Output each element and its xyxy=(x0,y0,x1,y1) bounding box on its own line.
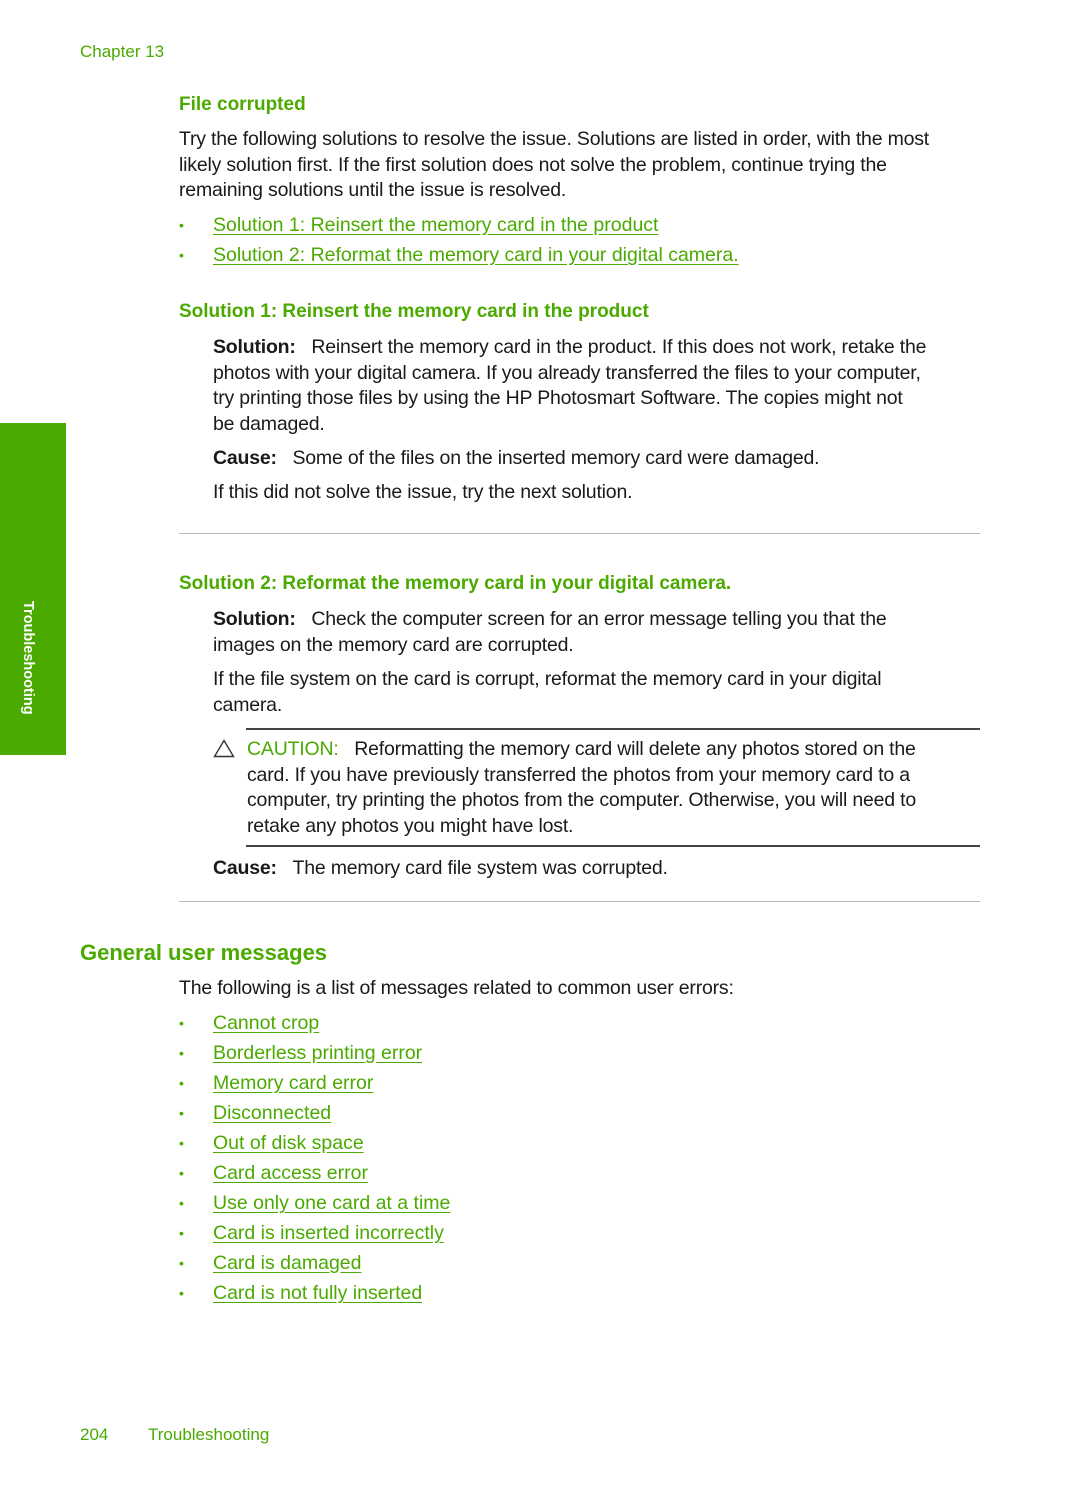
para-line: camera. xyxy=(213,693,283,716)
list-item: • Use only one card at a time xyxy=(179,1191,450,1221)
card-not-fully-inserted-link[interactable]: Card is not fully inserted xyxy=(213,1282,422,1304)
use-one-card-link[interactable]: Use only one card at a time xyxy=(213,1192,450,1214)
caution-line: retake any photos you might have lost. xyxy=(247,814,574,837)
intro-line: remaining solutions until the issue is r… xyxy=(179,179,567,201)
cause-label: Cause: xyxy=(213,447,277,469)
intro-line: likely solution first. If the first solu… xyxy=(179,153,887,176)
solution-1-heading: Solution 1: Reinsert the memory card in … xyxy=(179,301,649,322)
solution-2-heading: Solution 2: Reformat the memory card in … xyxy=(179,573,732,594)
caution-bottom-rule xyxy=(246,845,980,847)
page-number: 204 xyxy=(80,1425,109,1444)
list-item: • Cannot crop xyxy=(179,1011,450,1041)
general-user-messages-heading: General user messages xyxy=(80,940,328,965)
borderless-printing-error-link[interactable]: Borderless printing error xyxy=(213,1042,422,1064)
caution-top-rule xyxy=(246,728,980,730)
side-tab: Troubleshooting xyxy=(0,423,66,755)
para-line: If the file system on the card is corrup… xyxy=(213,668,882,690)
bullet-icon: • xyxy=(179,247,184,263)
card-inserted-incorrectly-link[interactable]: Card is inserted incorrectly xyxy=(213,1222,444,1244)
list-item: • Solution 1: Reinsert the memory card in… xyxy=(179,213,739,243)
memory-card-error-link[interactable]: Memory card error xyxy=(213,1072,373,1094)
cause-label: Cause: xyxy=(213,857,277,879)
caution-text: CAUTION: Reformatting the memory card wi… xyxy=(247,737,987,839)
caution-line: computer, try printing the photos from t… xyxy=(247,789,917,811)
bullet-icon: • xyxy=(179,1255,184,1271)
list-item: • Card is damaged xyxy=(179,1251,450,1281)
file-corrupted-heading: File corrupted xyxy=(179,94,306,115)
caution-label: CAUTION: xyxy=(247,738,339,760)
solution-2-para: If the file system on the card is corrup… xyxy=(213,667,993,718)
solution-text: Check the computer screen for an error m… xyxy=(311,608,887,630)
bullet-icon: • xyxy=(179,1075,184,1091)
out-of-disk-space-link[interactable]: Out of disk space xyxy=(213,1132,364,1154)
solution-text: photos with your digital camera. If you … xyxy=(213,361,921,384)
user-messages-links: • Cannot crop • Borderless printing error … xyxy=(179,1011,450,1311)
solution-links: • Solution 1: Reinsert the memory card in… xyxy=(179,213,739,273)
disconnected-link[interactable]: Disconnected xyxy=(213,1102,331,1124)
list-item: • Disconnected xyxy=(179,1101,450,1131)
solution-2-cause: Cause: The memory card file system was c… xyxy=(213,856,668,882)
chapter-label: Chapter 13 xyxy=(80,42,165,61)
solution-label: Solution: xyxy=(213,608,296,630)
bullet-icon: • xyxy=(179,1195,184,1211)
solution-1-body: Solution: Reinsert the memory card in th… xyxy=(213,335,993,437)
footer-section: Troubleshooting xyxy=(148,1425,270,1444)
divider xyxy=(179,901,980,902)
bullet-icon: • xyxy=(179,1135,184,1151)
cause-text: The memory card file system was corrupte… xyxy=(292,857,668,879)
cause-text: Some of the files on the inserted memory… xyxy=(292,447,820,469)
list-item: • Card is not fully inserted xyxy=(179,1281,450,1311)
bullet-icon: • xyxy=(179,1105,184,1121)
bullet-icon: • xyxy=(179,1015,184,1031)
divider xyxy=(179,533,980,534)
list-item: • Borderless printing error xyxy=(179,1041,450,1071)
cannot-crop-link[interactable]: Cannot crop xyxy=(213,1012,319,1034)
solution-text: try printing those files by using the HP… xyxy=(213,387,903,409)
list-item: • Solution 2: Reformat the memory card in… xyxy=(179,243,739,273)
solution-text: Reinsert the memory card in the product.… xyxy=(311,336,927,358)
intro-line: Try the following solutions to resolve t… xyxy=(179,128,930,150)
card-is-damaged-link[interactable]: Card is damaged xyxy=(213,1252,362,1274)
list-item: • Card access error xyxy=(179,1161,450,1191)
caution-line: card. If you have previously transferred… xyxy=(247,763,910,786)
bullet-icon: • xyxy=(179,217,184,233)
solution-1-link[interactable]: Solution 1: Reinsert the memory card in … xyxy=(213,214,658,236)
side-tab-label: Troubleshooting xyxy=(20,601,36,715)
solution-1-cause: Cause: Some of the files on the inserted… xyxy=(213,446,820,472)
solution-2-link[interactable]: Solution 2: Reformat the memory card in … xyxy=(213,244,739,266)
general-intro: The following is a list of messages rela… xyxy=(179,977,734,999)
next-solution-text: If this did not solve the issue, try the… xyxy=(213,481,633,503)
card-access-error-link[interactable]: Card access error xyxy=(213,1162,368,1184)
bullet-icon: • xyxy=(179,1225,184,1241)
bullet-icon: • xyxy=(179,1165,184,1181)
bullet-icon: • xyxy=(179,1285,184,1301)
solution-text: images on the memory card are corrupted. xyxy=(213,633,574,656)
bullet-icon: • xyxy=(179,1045,184,1061)
warning-triangle-icon xyxy=(213,739,235,758)
list-item: • Card is inserted incorrectly xyxy=(179,1221,450,1251)
list-item: • Out of disk space xyxy=(179,1131,450,1161)
solution-text: be damaged. xyxy=(213,412,325,435)
caution-line: Reformatting the memory card will delete… xyxy=(354,738,916,760)
solution-label: Solution: xyxy=(213,336,296,358)
file-corrupted-intro: Try the following solutions to resolve t… xyxy=(179,127,999,204)
list-item: • Memory card error xyxy=(179,1071,450,1101)
solution-2-body: Solution: Check the computer screen for … xyxy=(213,607,993,658)
